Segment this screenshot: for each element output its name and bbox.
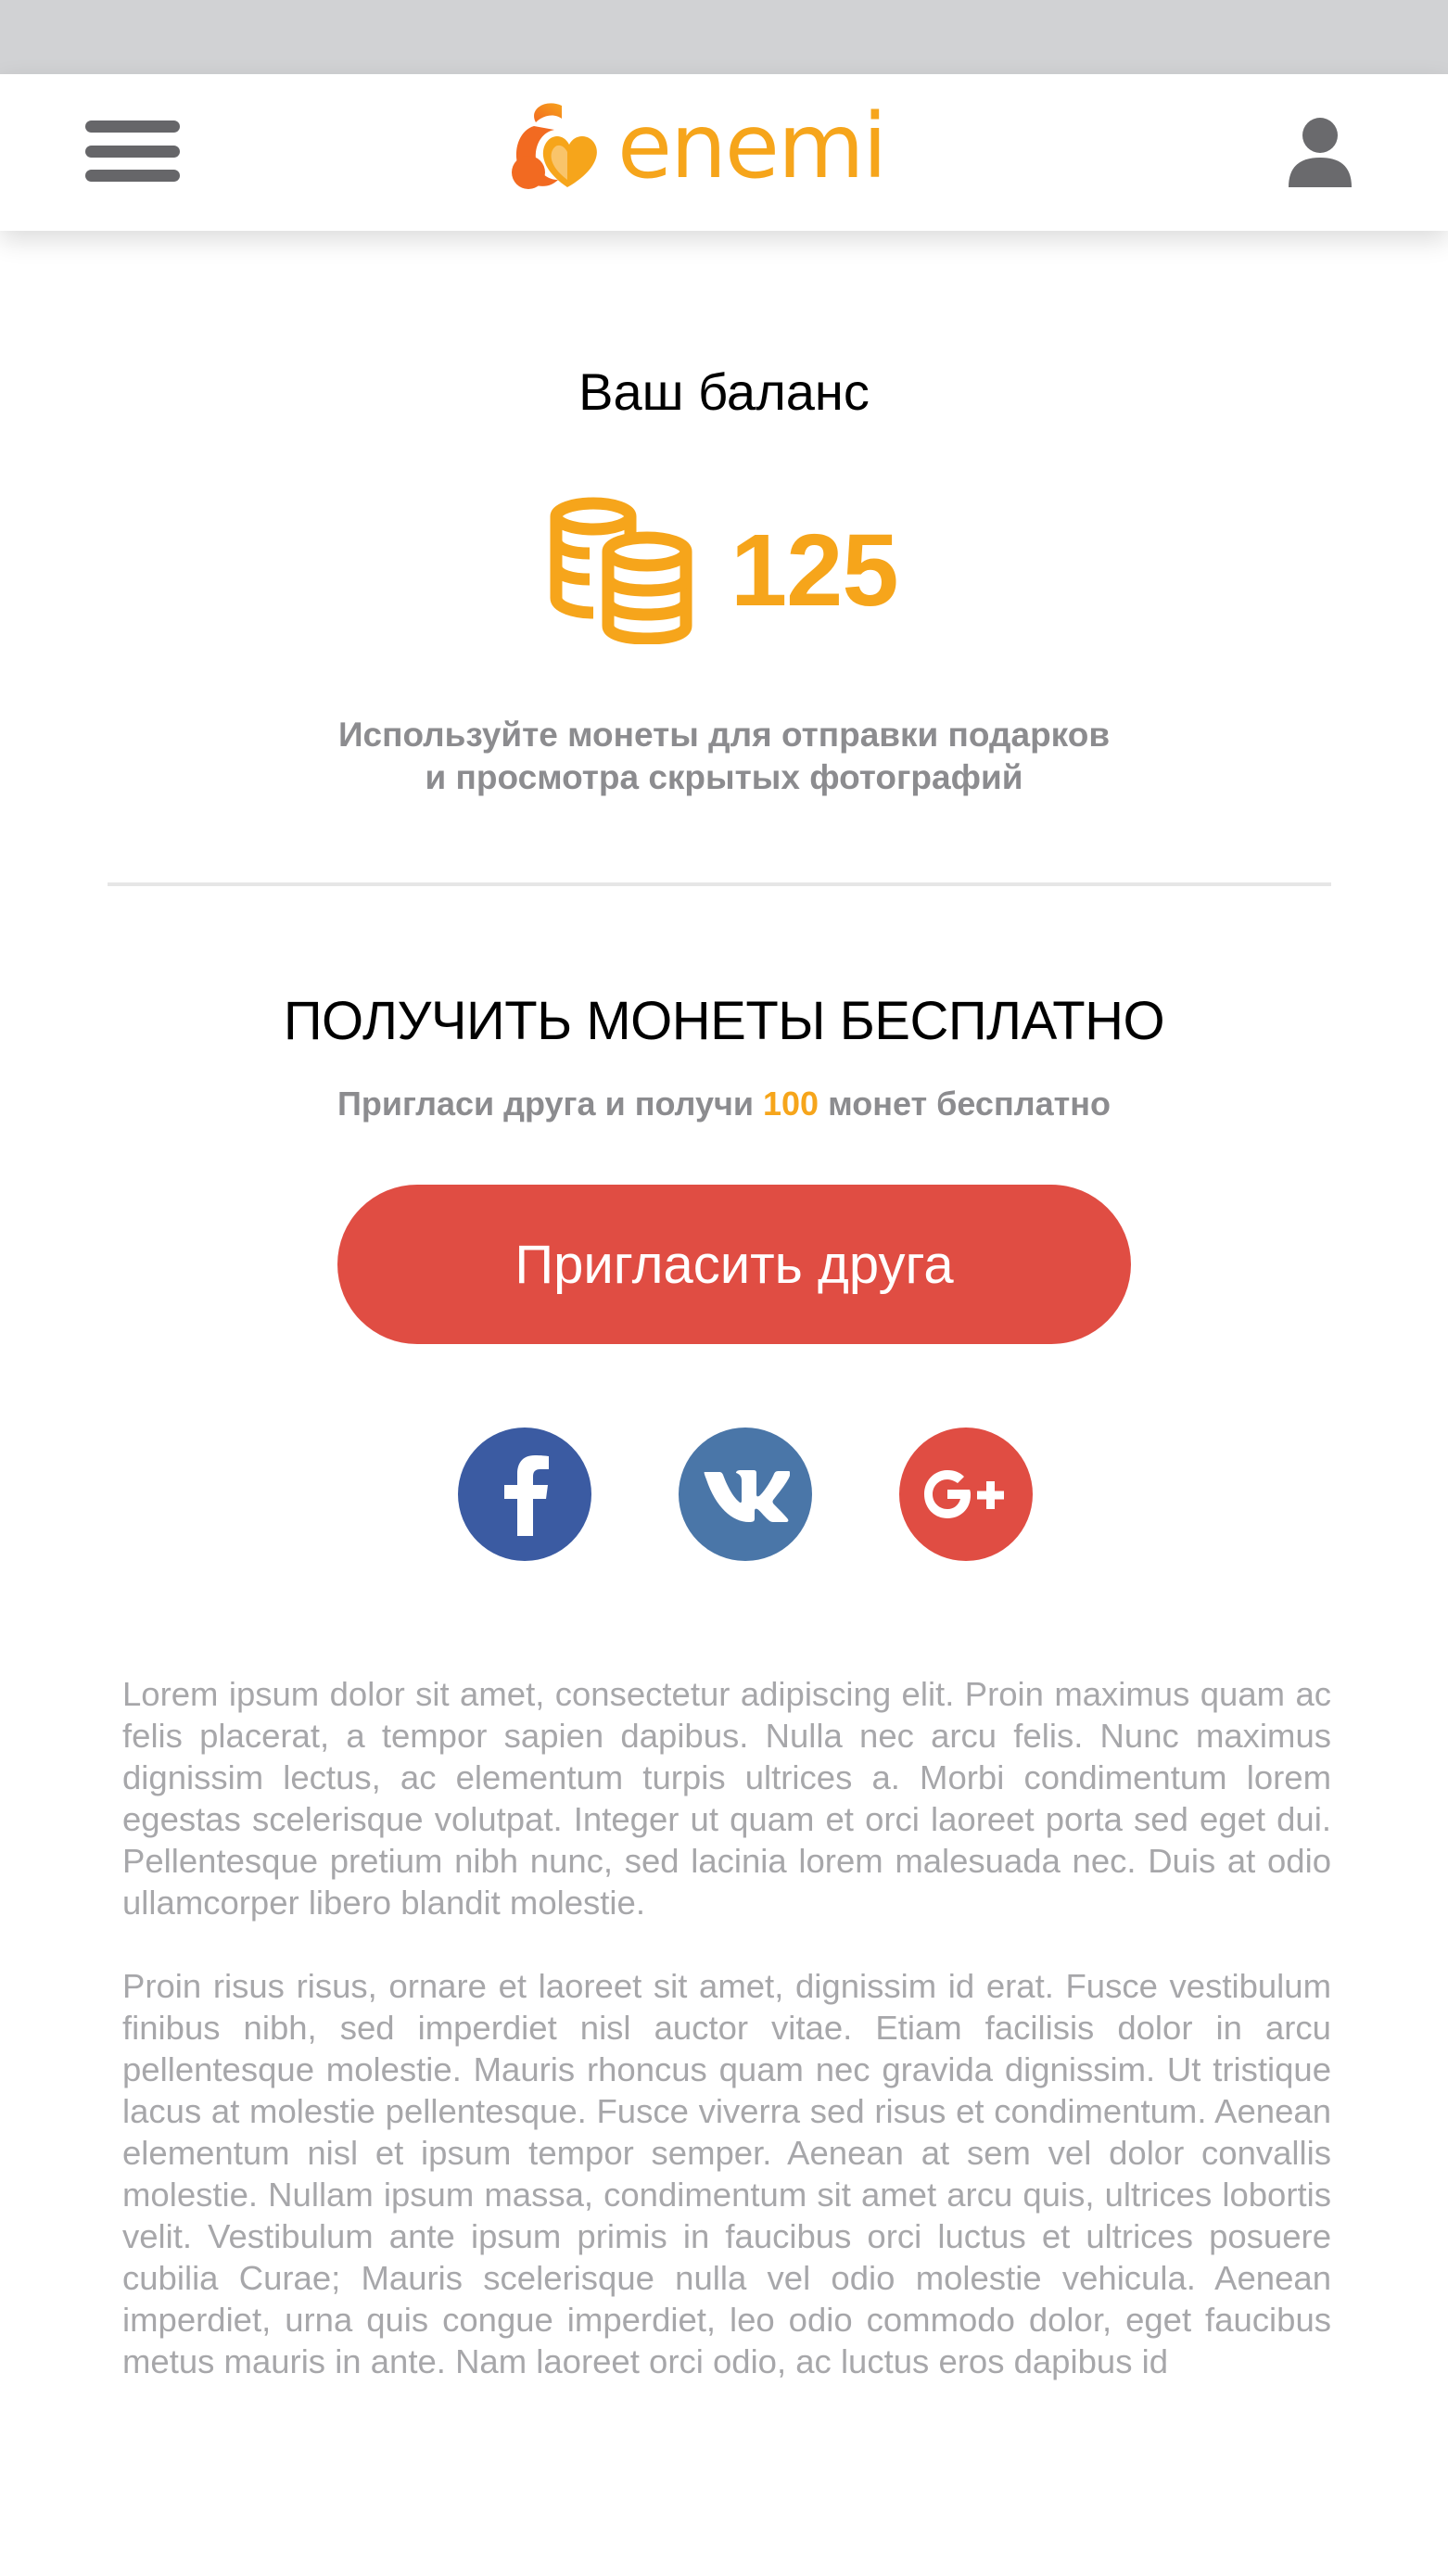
balance-description-line: и просмотра скрытых фотографий xyxy=(425,758,1023,796)
balance-description-line: Используйте монеты для отправки подарков xyxy=(337,716,1111,754)
google-plus-icon xyxy=(924,1470,1004,1518)
enemi-logo[interactable]: enemi xyxy=(508,95,934,206)
user-icon[interactable] xyxy=(1287,117,1353,187)
coins-icon xyxy=(550,497,692,644)
google-plus-share-button[interactable] xyxy=(899,1428,1033,1561)
info-paragraph: Proin risus risus, ornare et laoreet sit… xyxy=(122,1967,1331,2380)
vk-share-button[interactable] xyxy=(679,1428,812,1561)
bonus-amount: 100 xyxy=(763,1085,819,1123)
info-paragraph: Lorem ipsum dolor sit amet, consectetur … xyxy=(122,1675,1331,1922)
social-share-row xyxy=(458,1428,1033,1561)
hamburger-menu-icon[interactable] xyxy=(85,121,180,182)
invite-friend-button[interactable]: Пригласить друга xyxy=(337,1185,1131,1344)
facebook-share-button[interactable] xyxy=(458,1428,591,1561)
facebook-icon xyxy=(504,1455,549,1536)
free-coins-subtitle: Пригласи друга и получи 100 монет беспла… xyxy=(0,1085,1448,1123)
section-divider xyxy=(108,882,1331,886)
subtitle-text: Пригласи друга и получи xyxy=(337,1085,763,1123)
balance-description: Используйте монеты для отправки подарков… xyxy=(0,714,1448,799)
menu-line xyxy=(85,145,180,158)
balance-title: Ваш баланс xyxy=(578,362,870,421)
menu-line xyxy=(85,121,180,133)
app-header: enemi xyxy=(0,74,1448,231)
cherry-heart-logo-icon xyxy=(512,103,597,189)
status-bar xyxy=(0,0,1448,74)
subtitle-text: монет бесплатно xyxy=(819,1085,1111,1123)
menu-line xyxy=(85,170,180,182)
balance-value: 125 xyxy=(730,513,899,628)
balance-display: 125 xyxy=(547,496,899,644)
brand-name: enemi xyxy=(617,95,887,198)
free-coins-title: ПОЛУЧИТЬ МОНЕТЫ БЕСПЛАТНО xyxy=(283,991,1165,1051)
vk-icon xyxy=(704,1470,790,1522)
